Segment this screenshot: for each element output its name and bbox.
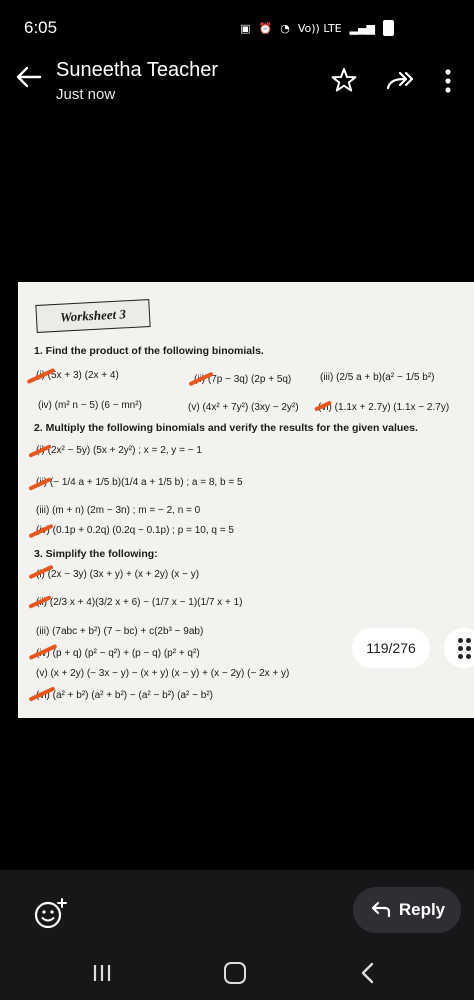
worksheet-line: (ii) (− 1/4 a + 1/5 b)(1/4 a + 1/5 b) ; … [36, 477, 243, 488]
page-counter: 119/276 [352, 628, 430, 668]
worksheet-line: (iii) (7abc + b²) (7 − bc) + c(2b³ − 9ab… [36, 626, 204, 637]
worksheet-line: (iii) (m + n) (2m − 3n) ; m = − 2, n = 0 [36, 505, 201, 516]
reply-arrow-icon [371, 901, 390, 918]
status-icons: ▣ ⏰ ◔ Vo)) LTE ▂▄▆ [240, 20, 394, 36]
timestamp: Just now [56, 86, 116, 103]
top-app-bar: Suneetha Teacher Just now [0, 56, 474, 116]
worksheet-line: 2. Multiply the following binomials and … [34, 422, 418, 434]
wifi-icon: ◔ [280, 21, 290, 35]
more-options-icon[interactable] [440, 66, 456, 96]
recent-apps-icon[interactable] [92, 964, 112, 982]
network-label: Vo)) LTE [297, 21, 342, 35]
system-nav-bar [0, 958, 474, 1000]
worksheet-line: (iv) (0.1p + 0.2q) (0.2q − 0.1p) ; p = 1… [36, 525, 234, 536]
star-icon[interactable] [330, 66, 358, 94]
worksheet-line: (i) (2x² − 5y) (5x + 2y²) ; x = 2, y = −… [36, 445, 202, 456]
worksheet-title: Worksheet 3 [35, 299, 151, 333]
back-arrow-icon[interactable] [14, 62, 44, 92]
worksheet-line: (vi) (1.1x + 2.7y) (1.1x − 2.7y) [318, 402, 450, 413]
worksheet-line: (ii) (2/3 x + 4)(3/2 x + 6) − (1/7 x − 1… [36, 597, 243, 608]
worksheet-line: (v) (x + 2y) (− 3x − y) − (x + y) (x − y… [36, 668, 290, 679]
home-icon[interactable] [224, 962, 246, 984]
sender-name: Suneetha Teacher [56, 59, 218, 81]
signal-icon: ▂▄▆ [349, 21, 375, 35]
reply-button[interactable]: Reply [353, 887, 461, 933]
worksheet-line: 1. Find the product of the following bin… [34, 345, 264, 357]
worksheet-line: (v) (4x² + 7y²) (3xy − 2y²) [188, 402, 299, 413]
notification-icon: ▣ [240, 21, 251, 35]
worksheet-line: 3. Simplify the following: [34, 548, 158, 560]
status-bar: 6:05 ▣ ⏰ ◔ Vo)) LTE ▂▄▆ [0, 0, 474, 56]
alarm-icon: ⏰ [258, 21, 273, 35]
worksheet-line: (vi) (a² + b²) (a² + b²) − (a² − b²) (a²… [36, 690, 213, 701]
worksheet-line: (iv) (p + q) (p² − q²) + (p − q) (p² + q… [36, 648, 200, 659]
forward-icon[interactable] [384, 66, 418, 94]
nav-back-icon[interactable] [360, 962, 376, 984]
emoji-reaction-icon[interactable] [30, 894, 70, 934]
footer-bar: Reply [0, 870, 474, 1000]
status-time: 6:05 [24, 18, 58, 37]
worksheet-line: (i) (2x − 3y) (3x + y) + (x + 2y) (x − y… [36, 569, 200, 580]
reply-label: Reply [398, 900, 446, 919]
worksheet-line: (iv) (m² n − 5) (6 − mn²) [38, 400, 142, 411]
worksheet-line: (iii) (2/5 a + b)(a² − 1/5 b²) [320, 372, 435, 383]
battery-icon [383, 20, 394, 36]
